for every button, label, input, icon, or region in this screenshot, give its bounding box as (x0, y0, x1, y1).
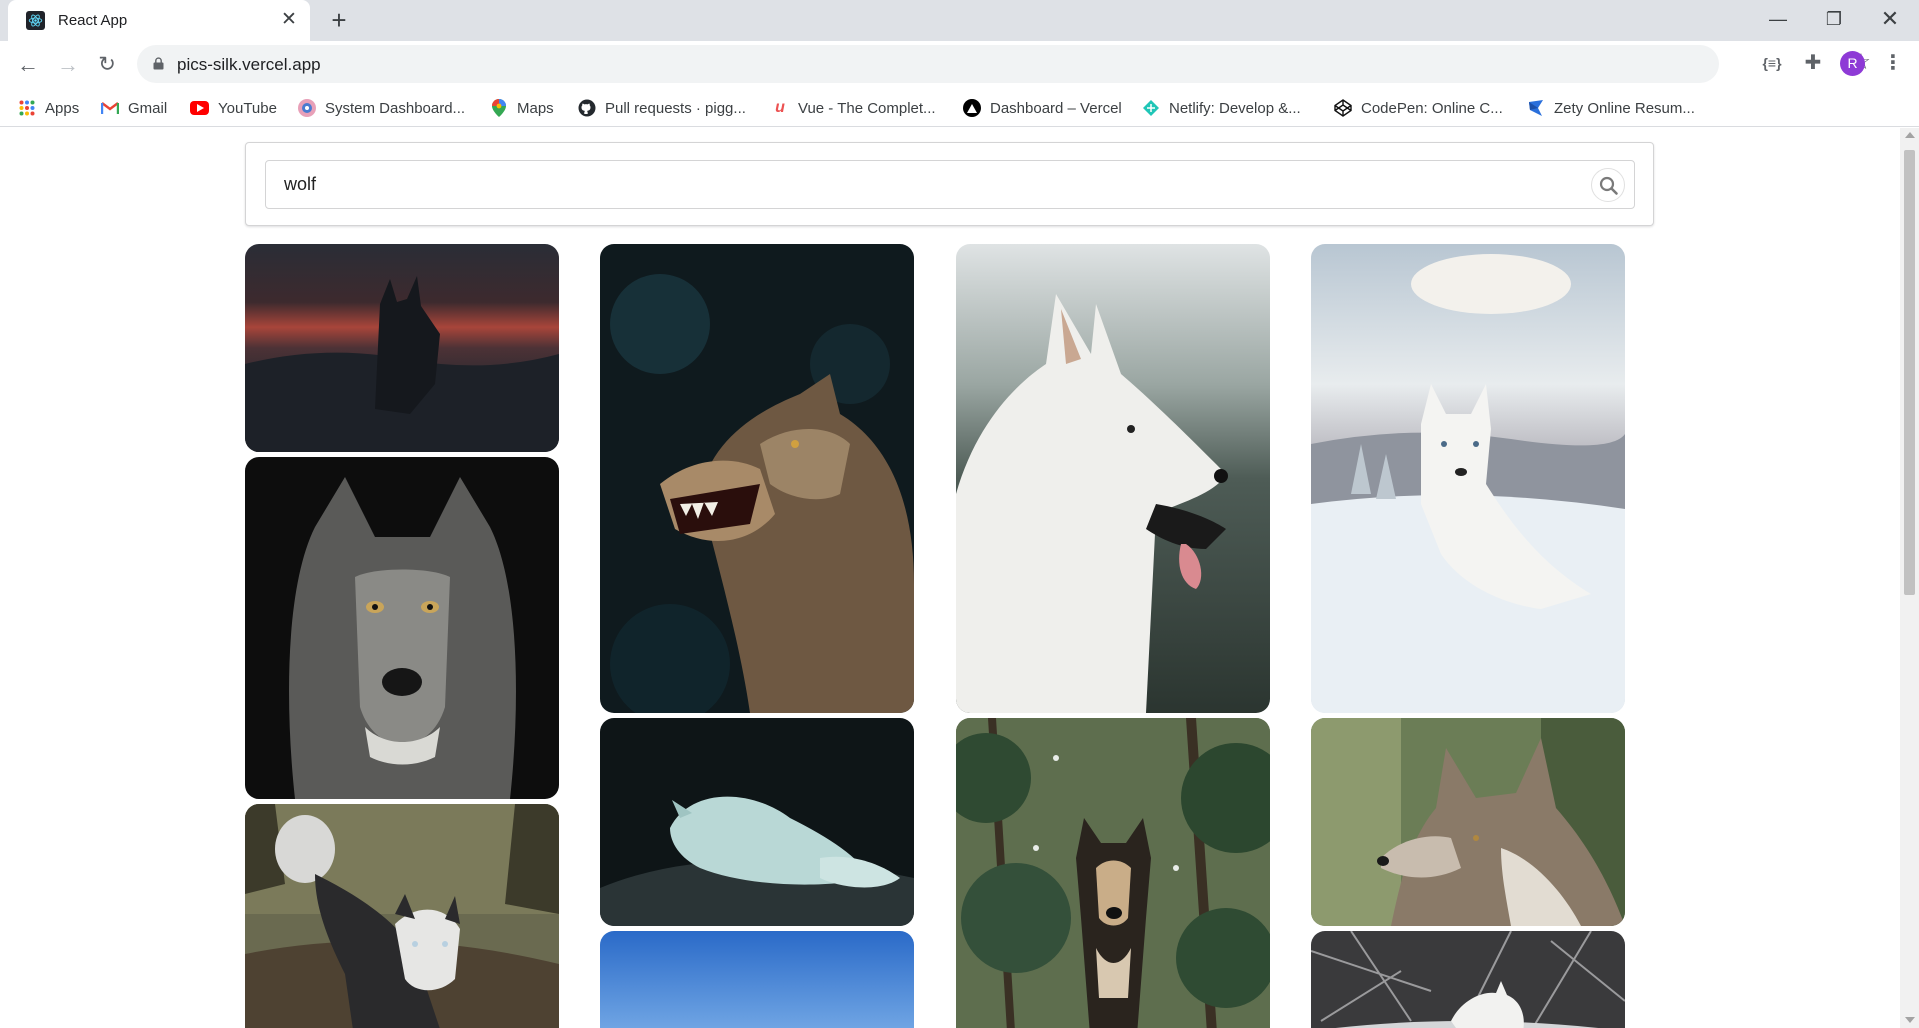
extension-json-icon[interactable]: {≡} (1759, 50, 1785, 76)
lock-icon (153, 57, 164, 70)
wolfdog-pine-forest-image (956, 718, 1270, 1028)
bookmark-netlify[interactable]: Netlify: Develop &... (1142, 96, 1301, 120)
github-icon (578, 99, 596, 117)
bookmark-youtube[interactable]: YouTube (190, 96, 277, 120)
scroll-down-arrow-icon[interactable] (1905, 1017, 1915, 1023)
codepen-icon (1334, 99, 1352, 117)
close-tab-icon[interactable]: ✕ (279, 10, 299, 30)
wolf-sunset-image (245, 244, 559, 452)
bookmark-label: Maps (517, 99, 554, 117)
browser-tab-strip: React App ✕ + — ❐ ✕ (0, 0, 1919, 41)
bookmark-vercel-dashboard[interactable]: Dashboard – Vercel (963, 96, 1122, 120)
page-scrollbar[interactable] (1900, 128, 1919, 1028)
address-bar[interactable]: pics-silk.vercel.app ☆ (137, 45, 1871, 83)
husky-forest-path-image (245, 804, 559, 1028)
bookmark-github-pull-requests[interactable]: Pull requests · pigg... (578, 96, 746, 120)
bookmark-vue-course[interactable]: u Vue - The Complet... (771, 96, 936, 120)
browser-toolbar: ← → ↻ pics-silk.vercel.app ☆ (0, 41, 1919, 89)
blue-sky-image (600, 931, 914, 1028)
close-window-button[interactable]: ✕ (1870, 4, 1910, 34)
bookmark-label: Dashboard – Vercel (990, 99, 1122, 117)
image-card[interactable] (600, 718, 914, 926)
netlify-icon (1142, 99, 1160, 117)
image-card[interactable] (1311, 931, 1625, 1028)
image-card[interactable] (600, 244, 914, 713)
white-wolf-snowy-branches-image (1311, 931, 1625, 1028)
image-card[interactable] (245, 244, 559, 452)
search-icon[interactable] (1591, 168, 1625, 202)
back-arrow-icon[interactable]: ← (12, 49, 44, 81)
bookmark-label: YouTube (218, 99, 277, 117)
image-card[interactable] (245, 804, 559, 1028)
bookmark-codepen[interactable]: CodePen: Online C... (1334, 96, 1503, 120)
vercel-icon (963, 99, 981, 117)
image-card[interactable] (600, 931, 914, 1028)
sleeping-arctic-fox-image (600, 718, 914, 926)
browser-menu-icon[interactable]: ⋮ (1883, 50, 1903, 76)
tab-title: React App (58, 12, 128, 29)
maps-pin-icon (490, 99, 508, 117)
bookmark-label: Netlify: Develop &... (1169, 99, 1301, 117)
bookmark-label: Pull requests · pigg... (605, 99, 746, 117)
bookmark-maps[interactable]: Maps (490, 96, 554, 120)
grey-wolf-forest-image (1311, 718, 1625, 926)
bookmark-gmail[interactable]: Gmail (101, 96, 167, 120)
react-logo-icon (26, 11, 45, 30)
bookmark-label: CodePen: Online C... (1361, 99, 1503, 117)
bookmark-apps[interactable]: Apps (18, 96, 79, 120)
profile-avatar[interactable]: R (1840, 51, 1865, 76)
grey-wolf-portrait-image (245, 457, 559, 799)
image-card[interactable] (956, 244, 1270, 713)
image-card[interactable] (956, 718, 1270, 1028)
snarling-wolf-image (600, 244, 914, 713)
dashboard-icon (298, 99, 316, 117)
browser-tab-active[interactable]: React App ✕ (8, 0, 310, 41)
white-husky-snow-image (1311, 244, 1625, 713)
bookmark-zety[interactable]: Zety Online Resum... (1527, 96, 1695, 120)
url-text: pics-silk.vercel.app (177, 55, 321, 74)
image-card[interactable] (1311, 244, 1625, 713)
image-card[interactable] (1311, 718, 1625, 926)
apps-grid-icon (18, 99, 36, 117)
bookmark-label: System Dashboard... (325, 99, 466, 117)
image-card[interactable] (245, 457, 559, 799)
bookmark-label: Gmail (128, 99, 168, 117)
bookmarks-bar: Apps Gmail YouTube System Dashboard... M… (0, 89, 1919, 127)
search-bar-container (245, 142, 1654, 226)
scroll-up-arrow-icon[interactable] (1905, 132, 1915, 138)
extensions-puzzle-icon[interactable]: ✚ (1800, 50, 1826, 76)
forward-arrow-icon[interactable]: → (52, 49, 84, 81)
bookmark-label: Zety Online Resum... (1554, 99, 1695, 117)
white-wolf-profile-image (956, 244, 1270, 713)
restore-window-button[interactable]: ❐ (1814, 4, 1854, 34)
reload-icon[interactable]: ↻ (91, 49, 123, 81)
bookmark-label: Vue - The Complet... (798, 99, 936, 117)
zety-icon (1527, 99, 1545, 117)
new-tab-button[interactable]: + (325, 7, 353, 35)
scrollbar-thumb[interactable] (1904, 150, 1915, 595)
minimize-window-button[interactable]: — (1758, 4, 1798, 34)
page-content (0, 128, 1900, 1028)
search-input[interactable] (265, 160, 1635, 209)
youtube-icon (190, 101, 209, 115)
bookmark-label: Apps (45, 99, 80, 117)
gmail-icon (101, 99, 119, 117)
bookmark-system-dashboard[interactable]: System Dashboard... (298, 96, 465, 120)
udemy-icon: u (775, 99, 785, 116)
